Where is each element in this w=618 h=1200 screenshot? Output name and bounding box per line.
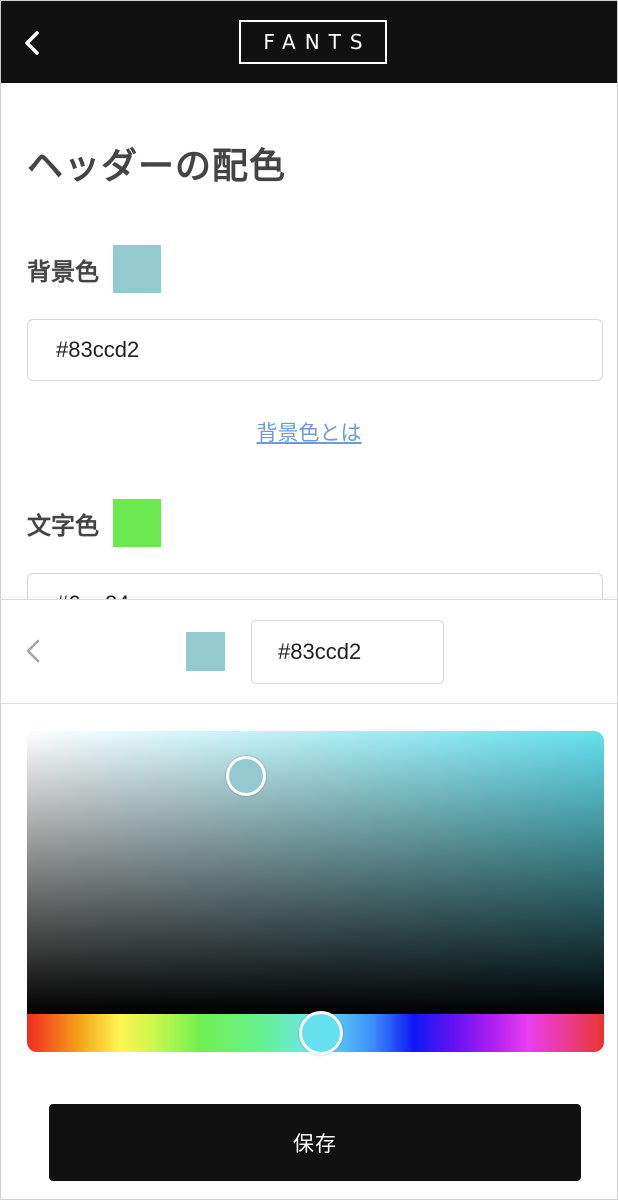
chevron-left-icon bbox=[26, 639, 40, 663]
background-color-label: 背景色 bbox=[27, 257, 99, 286]
hue-slider-handle[interactable] bbox=[299, 1011, 344, 1055]
value-gradient bbox=[27, 731, 604, 1014]
save-button[interactable]: 保存 bbox=[49, 1104, 581, 1181]
text-color-swatch[interactable] bbox=[113, 499, 161, 547]
chevron-left-icon bbox=[25, 31, 39, 55]
color-picker-panel: 保存 bbox=[1, 599, 617, 1199]
screen: FANTS ヘッダーの配色 背景色 背景色とは 文字色 bbox=[0, 0, 618, 1200]
current-color-swatch bbox=[186, 632, 225, 671]
top-navigation-bar: FANTS bbox=[1, 1, 617, 83]
saturation-value-handle[interactable] bbox=[226, 756, 267, 797]
picker-back-button[interactable] bbox=[21, 636, 45, 666]
page-title: ヘッダーの配色 bbox=[27, 146, 287, 187]
background-color-label-row: 背景色 bbox=[27, 245, 161, 293]
brand-logo[interactable]: FANTS bbox=[239, 20, 387, 64]
text-color-label: 文字色 bbox=[27, 511, 99, 540]
background-color-input[interactable] bbox=[27, 319, 603, 381]
color-picker-header bbox=[1, 600, 617, 704]
back-button[interactable] bbox=[15, 25, 51, 61]
background-color-help-link[interactable]: 背景色とは bbox=[1, 417, 617, 447]
hex-color-input[interactable] bbox=[251, 620, 444, 684]
brand-logo-text: FANTS bbox=[263, 30, 372, 54]
background-color-swatch[interactable] bbox=[113, 245, 161, 293]
saturation-value-area[interactable] bbox=[27, 731, 604, 1014]
text-color-label-row: 文字色 bbox=[27, 499, 161, 547]
